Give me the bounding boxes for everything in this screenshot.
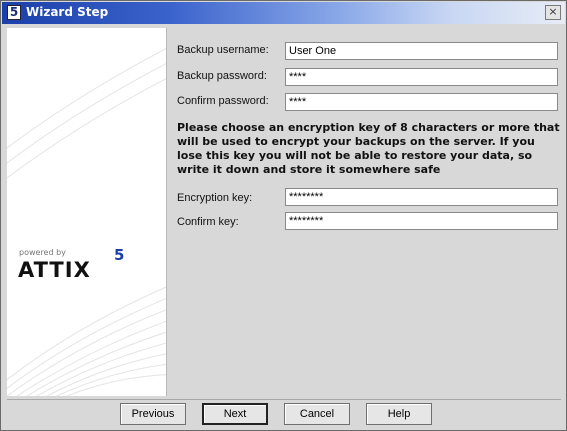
branding-panel: powered by ATTIX 5 xyxy=(7,28,167,396)
confirm-password-input[interactable]: **** xyxy=(285,93,558,111)
encryption-key-input[interactable]: ******** xyxy=(285,188,558,206)
title-bar[interactable]: 5 Wizard Step × xyxy=(2,2,565,24)
confirm-password-label: Confirm password: xyxy=(177,95,269,107)
decorative-waves-graphic xyxy=(7,48,166,396)
encryption-key-instructions: Please choose an encryption key of 8 cha… xyxy=(177,121,560,176)
backup-username-label: Backup username: xyxy=(177,44,269,56)
wizard-window: 5 Wizard Step × powered by ATTIX 5 Backu… xyxy=(0,0,567,431)
app-logo-icon: 5 xyxy=(7,5,21,20)
window-title: Wizard Step xyxy=(26,5,109,19)
backup-password-input[interactable]: **** xyxy=(285,68,558,86)
next-button[interactable]: Next xyxy=(202,403,268,425)
attix-logo-superscript: 5 xyxy=(114,246,125,264)
encryption-key-label: Encryption key: xyxy=(177,192,253,204)
backup-password-label: Backup password: xyxy=(177,70,267,82)
close-icon[interactable]: × xyxy=(545,5,561,20)
backup-username-input[interactable]: User One xyxy=(285,42,558,60)
cancel-button[interactable]: Cancel xyxy=(284,403,350,425)
footer-divider xyxy=(7,399,561,400)
confirm-key-input[interactable]: ******** xyxy=(285,212,558,230)
powered-by-label: powered by xyxy=(19,248,66,257)
help-button[interactable]: Help xyxy=(366,403,432,425)
previous-button[interactable]: Previous xyxy=(120,403,186,425)
attix-logo: ATTIX xyxy=(18,258,91,282)
confirm-key-label: Confirm key: xyxy=(177,216,239,228)
